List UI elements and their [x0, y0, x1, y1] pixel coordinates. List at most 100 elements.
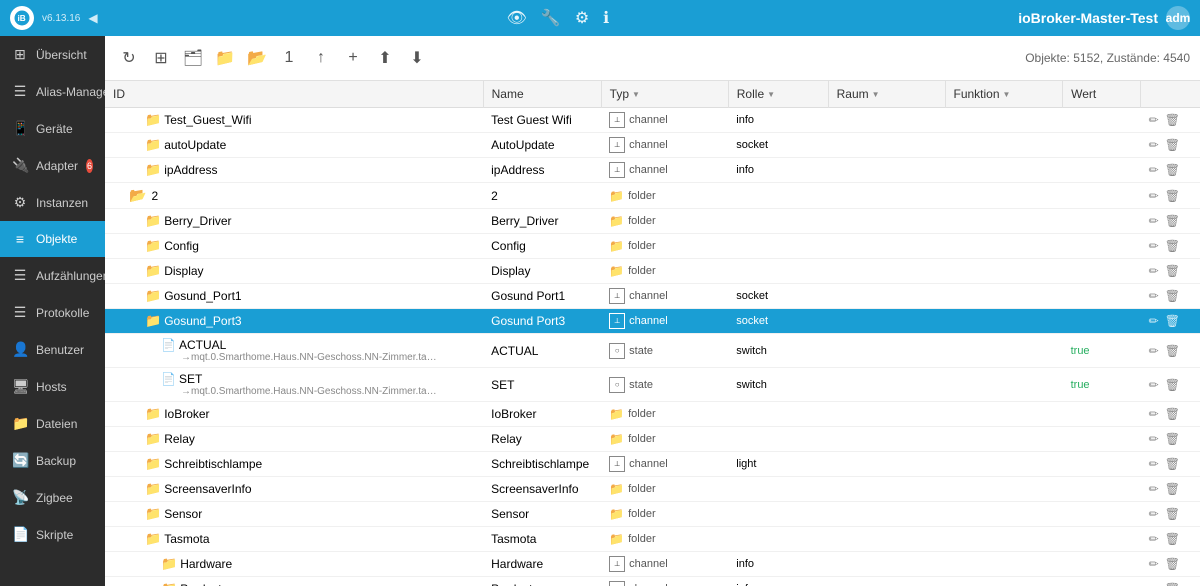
folder-button[interactable]: 🗂 — [179, 44, 207, 72]
edit-button[interactable]: ✏ — [1149, 557, 1159, 571]
delete-button[interactable]: 🗑 — [1165, 482, 1180, 496]
delete-button[interactable]: 🗑 — [1165, 507, 1180, 521]
sidebar-item-skripte[interactable]: 📄 Skripte — [0, 516, 105, 553]
type-cell: ⟂ channel — [601, 108, 728, 133]
table-row[interactable]: 📁Test_Guest_WifiTest Guest Wifi⟂ channel… — [105, 108, 1200, 133]
filter-up-button[interactable]: ↑ — [307, 44, 335, 72]
sidebar-item-benutzer[interactable]: 👤 Benutzer — [0, 331, 105, 368]
table-row[interactable]: 📁Gosund_Port1Gosund Port1⟂ channelsocket… — [105, 284, 1200, 309]
sidebar-item-dateien[interactable]: 📁 Dateien — [0, 405, 105, 442]
table-row[interactable]: 📁DisplayDisplay📁 folder✏🗑 — [105, 259, 1200, 284]
table-row[interactable]: 📁autoUpdateAutoUpdate⟂ channelsocket✏🗑 — [105, 133, 1200, 158]
delete-button[interactable]: 🗑 — [1165, 557, 1180, 571]
edit-button[interactable]: ✏ — [1149, 214, 1159, 228]
add-button[interactable]: + — [339, 44, 367, 72]
actions-cell: ✏🗑 — [1141, 133, 1200, 158]
delete-button[interactable]: 🗑 — [1165, 344, 1180, 358]
edit-button[interactable]: ✏ — [1149, 457, 1159, 471]
export-button[interactable]: ⬇ — [403, 44, 431, 72]
app-logo: iB — [10, 6, 34, 30]
collapse-icon[interactable]: ◀ — [88, 11, 97, 25]
info-icon[interactable]: ℹ — [603, 8, 609, 28]
table-row[interactable]: 📁SensorSensor📁 folder✏🗑 — [105, 502, 1200, 527]
expand-button[interactable]: 📂 — [129, 187, 146, 204]
table-row[interactable]: 📄SET→mqt.0.Smarthome.Haus.NN-Geschoss.NN… — [105, 368, 1200, 402]
table-row[interactable]: 📁ipAddressipAddress⟂ channelinfo✏🗑 — [105, 158, 1200, 183]
edit-button[interactable]: ✏ — [1149, 432, 1159, 446]
delete-button[interactable]: 🗑 — [1165, 239, 1180, 253]
table-row[interactable]: 📂22📁 folder✏🗑 — [105, 183, 1200, 209]
delete-button[interactable]: 🗑 — [1165, 314, 1180, 328]
table-row[interactable]: 📁Gosund_Port3Gosund Port3⟂ channelsocket… — [105, 309, 1200, 334]
edit-button[interactable]: ✏ — [1149, 289, 1159, 303]
delete-button[interactable]: 🗑 — [1165, 138, 1180, 152]
delete-button[interactable]: 🗑 — [1165, 113, 1180, 127]
col-header-raum[interactable]: Raum — [828, 81, 945, 108]
delete-button[interactable]: 🗑 — [1165, 582, 1180, 586]
edit-button[interactable]: ✏ — [1149, 378, 1159, 392]
edit-button[interactable]: ✏ — [1149, 482, 1159, 496]
edit-button[interactable]: ✏ — [1149, 582, 1159, 586]
sidebar-item-instanzen[interactable]: ⚙ Instanzen — [0, 184, 105, 221]
delete-button[interactable]: 🗑 — [1165, 264, 1180, 278]
table-row[interactable]: 📁Berry_DriverBerry_Driver📁 folder✏🗑 — [105, 209, 1200, 234]
edit-button[interactable]: ✏ — [1149, 314, 1159, 328]
user-avatar[interactable]: adm — [1166, 6, 1190, 30]
edit-button[interactable]: ✏ — [1149, 532, 1159, 546]
table-row[interactable]: 📁IoBrokerIoBroker📁 folder✏🗑 — [105, 402, 1200, 427]
delete-button[interactable]: 🗑 — [1165, 407, 1180, 421]
edit-button[interactable]: ✏ — [1149, 239, 1159, 253]
table-view-button[interactable]: ⊞ — [147, 44, 175, 72]
wrench-icon[interactable]: 🔧 — [541, 8, 561, 28]
edit-button[interactable]: ✏ — [1149, 344, 1159, 358]
folder3-button[interactable]: 📂 — [243, 44, 271, 72]
sidebar-item-backup[interactable]: 🔄 Backup — [0, 442, 105, 479]
folder2-button[interactable]: 📁 — [211, 44, 239, 72]
table-row[interactable]: 📁RelayRelay📁 folder✏🗑 — [105, 427, 1200, 452]
edit-button[interactable]: ✏ — [1149, 113, 1159, 127]
devices-icon: 📱 — [12, 120, 28, 137]
col-header-typ[interactable]: Typ — [601, 81, 728, 108]
type-indicator: ⟂ channel — [609, 313, 720, 329]
table-row[interactable]: 📁TasmotaTasmota📁 folder✏🗑 — [105, 527, 1200, 552]
delete-button[interactable]: 🗑 — [1165, 457, 1180, 471]
table-row[interactable]: 📄ACTUAL→mqt.0.Smarthome.Haus.NN-Geschoss… — [105, 334, 1200, 368]
delete-button[interactable]: 🗑 — [1165, 214, 1180, 228]
sidebar-item-objekte[interactable]: ≡ Objekte — [0, 221, 105, 257]
delete-button[interactable]: 🗑 — [1165, 432, 1180, 446]
table-row[interactable]: 📁ConfigConfig📁 folder✏🗑 — [105, 234, 1200, 259]
number-button[interactable]: 1 — [275, 44, 303, 72]
edit-button[interactable]: ✏ — [1149, 138, 1159, 152]
function-cell — [945, 259, 1063, 284]
delete-button[interactable]: 🗑 — [1165, 189, 1180, 203]
sidebar-item-hosts[interactable]: 🖥 Hosts — [0, 368, 105, 405]
edit-button[interactable]: ✏ — [1149, 264, 1159, 278]
actions-cell: ✏🗑 — [1141, 452, 1200, 477]
delete-button[interactable]: 🗑 — [1165, 163, 1180, 177]
edit-button[interactable]: ✏ — [1149, 407, 1159, 421]
delete-button[interactable]: 🗑 — [1165, 532, 1180, 546]
remove-button[interactable]: ⬆ — [371, 44, 399, 72]
delete-button[interactable]: 🗑 — [1165, 378, 1180, 392]
sidebar-item-aufzahlungen[interactable]: ☰ Aufzählungen — [0, 257, 105, 294]
table-row[interactable]: 📁ScreensaverInfoScreensaverInfo📁 folder✏… — [105, 477, 1200, 502]
table-row[interactable]: 📁SchreibtischlampeSchreibtischlampe⟂ cha… — [105, 452, 1200, 477]
edit-button[interactable]: ✏ — [1149, 163, 1159, 177]
gear-icon[interactable]: ⚙ — [575, 8, 589, 28]
sidebar-item-alias-manager[interactable]: ☰ Alias-Manager — [0, 73, 105, 110]
sidebar-item-gerate[interactable]: 📱 Geräte — [0, 110, 105, 147]
edit-button[interactable]: ✏ — [1149, 507, 1159, 521]
refresh-button[interactable]: ↻ — [115, 44, 143, 72]
table-row[interactable]: 📁HardwareHardware⟂ channelinfo✏🗑 — [105, 552, 1200, 577]
sidebar-item-zigbee[interactable]: 📡 Zigbee — [0, 479, 105, 516]
sidebar-item-ubersicht[interactable]: ⊞ Übersicht — [0, 36, 105, 73]
col-header-rolle[interactable]: Rolle — [728, 81, 828, 108]
eye-icon[interactable]: 👁 — [507, 8, 527, 28]
sidebar-item-protokolle[interactable]: ☰ Protokolle — [0, 294, 105, 331]
delete-button[interactable]: 🗑 — [1165, 289, 1180, 303]
table-row[interactable]: 📁ProductProduct⟂ channelinfo✏🗑 — [105, 577, 1200, 586]
id-cell: 📁Gosund_Port3 — [145, 313, 475, 329]
edit-button[interactable]: ✏ — [1149, 189, 1159, 203]
col-header-funktion[interactable]: Funktion — [945, 81, 1063, 108]
sidebar-item-adapter[interactable]: 🔌 Adapter 6 — [0, 147, 105, 184]
